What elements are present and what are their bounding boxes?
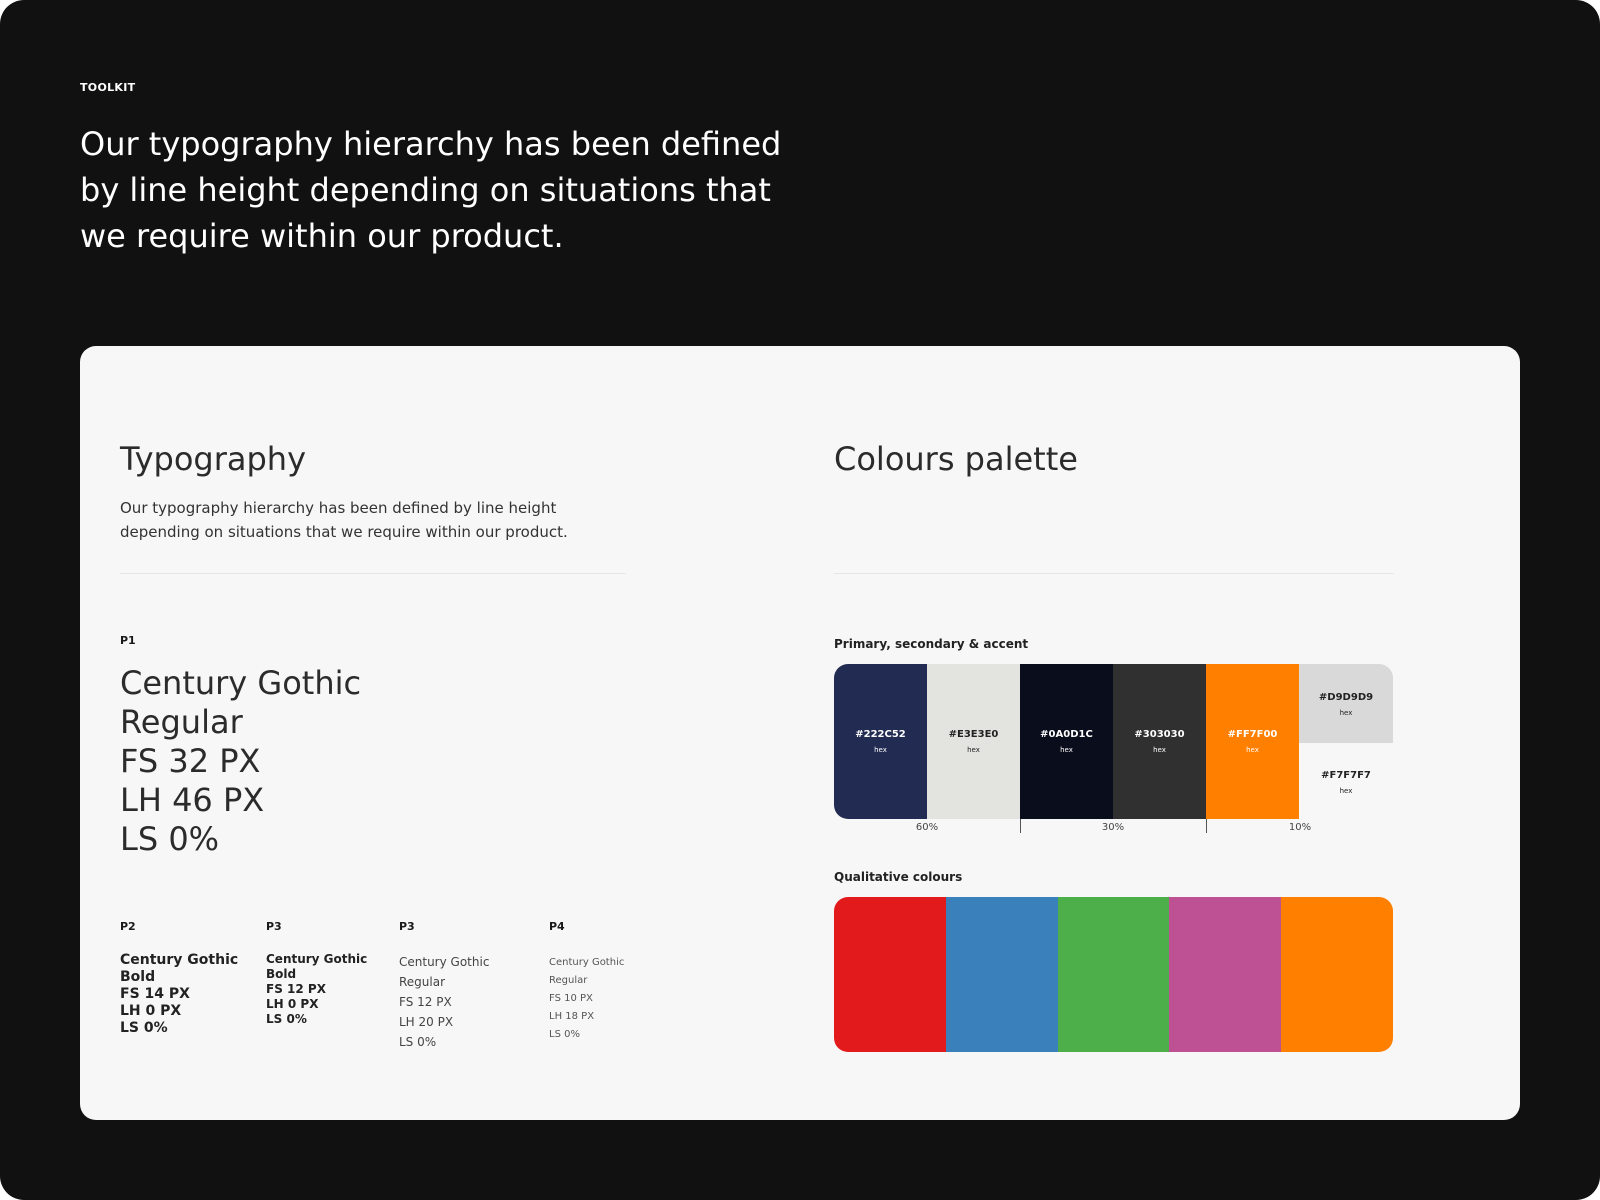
- colour-swatch: #303030 hex: [1113, 664, 1206, 819]
- ratio-divider: [1206, 819, 1207, 833]
- eyebrow-label: TOOLKIT: [80, 81, 136, 94]
- typography-title: Typography: [120, 440, 306, 478]
- split-swatch: #D9D9D9 hex #F7F7F7 hex: [1299, 664, 1393, 819]
- hex-label: hex: [967, 745, 980, 754]
- typography-divider: [120, 573, 626, 574]
- p3-bold-line: FS 12 PX: [266, 982, 326, 996]
- qualitative-palette: [834, 897, 1393, 1052]
- p3-bold-sample: Century Gothic Bold FS 12 PX LH 0 PX LS …: [266, 952, 367, 1027]
- ratio-accent: 10%: [1288, 822, 1312, 833]
- hex-label: hex: [1246, 745, 1259, 754]
- p1-line: FS 32 PX: [120, 742, 261, 780]
- colour-swatch: #FF7F00 hex: [1206, 664, 1299, 819]
- p4-line: LH 18 PX: [549, 1011, 595, 1022]
- toolkit-card: Typography Our typography hierarchy has …: [80, 346, 1520, 1120]
- hex-label: hex: [1339, 787, 1353, 795]
- p1-sample: Century Gothic Regular FS 32 PX LH 46 PX…: [120, 664, 361, 859]
- p2-label: P2: [120, 920, 136, 933]
- p4-sample: Century Gothic Regular FS 10 PX LH 18 PX…: [549, 954, 624, 1044]
- qualitative-swatch: [1057, 897, 1170, 1052]
- p3-regular-line: Century Gothic: [399, 955, 490, 969]
- qualitative-swatch: [945, 897, 1058, 1052]
- primary-palette: #222C52 hex #E3E3E0 hex #0A0D1C hex #303…: [834, 664, 1393, 819]
- p3-regular-line: FS 12 PX: [399, 995, 452, 1009]
- p2-line: Bold: [120, 969, 156, 985]
- qualitative-swatch: [834, 897, 946, 1052]
- p3-regular-sample: Century Gothic Regular FS 12 PX LH 20 PX…: [399, 952, 489, 1052]
- p2-line: LS 0%: [120, 1020, 168, 1036]
- colour-swatch: #E3E3E0 hex: [927, 664, 1020, 819]
- hex-label: hex: [1153, 745, 1166, 754]
- p1-line: LH 46 PX: [120, 781, 265, 819]
- p1-line: LS 0%: [120, 820, 220, 858]
- hex-code: #F7F7F7: [1321, 770, 1371, 781]
- p3-bold-line: LH 0 PX: [266, 997, 319, 1011]
- hex-code: #0A0D1C: [1040, 728, 1093, 740]
- hex-code: #303030: [1134, 728, 1185, 740]
- p2-line: Century Gothic: [120, 952, 239, 968]
- qualitative-swatch: [1169, 897, 1282, 1052]
- hex-label: hex: [874, 745, 887, 754]
- p3-regular-line: Regular: [399, 975, 446, 989]
- p4-line: FS 10 PX: [549, 993, 593, 1004]
- qualitative-heading: Qualitative colours: [834, 870, 963, 884]
- p4-line: Century Gothic: [549, 957, 625, 968]
- colour-swatch: #F7F7F7 hex: [1299, 743, 1393, 819]
- ratio-primary: 60%: [915, 822, 939, 833]
- p3-regular-label: P3: [399, 920, 415, 933]
- p1-line: Century Gothic: [120, 664, 362, 702]
- p2-sample: Century Gothic Bold FS 14 PX LH 0 PX LS …: [120, 952, 238, 1037]
- toolkit-page: TOOLKIT Our typography hierarchy has bee…: [0, 0, 1600, 1200]
- p3-bold-line: LS 0%: [266, 1012, 307, 1026]
- colour-swatch: #0A0D1C hex: [1020, 664, 1113, 819]
- p3-regular-line: LH 20 PX: [399, 1015, 454, 1029]
- p4-line: Regular: [549, 975, 588, 986]
- hex-code: #222C52: [855, 728, 906, 740]
- typography-description: Our typography hierarchy has been define…: [120, 499, 568, 541]
- p2-line: LH 0 PX: [120, 1003, 182, 1019]
- p2-line: FS 14 PX: [120, 986, 190, 1002]
- p4-label: P4: [549, 920, 565, 933]
- colour-swatch: #D9D9D9 hex: [1299, 664, 1393, 743]
- p1-line: Regular: [120, 703, 243, 741]
- qualitative-swatch: [1281, 897, 1393, 1052]
- hex-code: #FF7F00: [1227, 728, 1278, 740]
- colour-swatch: #222C52 hex: [834, 664, 927, 819]
- colours-title: Colours palette: [834, 440, 1078, 478]
- hex-code: #D9D9D9: [1318, 691, 1374, 703]
- p3-bold-line: Century Gothic: [266, 952, 368, 966]
- p3-regular-line: LS 0%: [399, 1035, 437, 1049]
- primary-palette-heading: Primary, secondary & accent: [834, 637, 1029, 651]
- page-headline: Our typography hierarchy has been define…: [80, 125, 782, 255]
- hex-code: #E3E3E0: [948, 728, 999, 740]
- hex-label: hex: [1060, 745, 1073, 754]
- p4-line: LS 0%: [549, 1029, 580, 1040]
- colours-divider: [834, 573, 1394, 574]
- p3-bold-line: Bold: [266, 967, 297, 981]
- p3-bold-label: P3: [266, 920, 282, 933]
- ratio-secondary: 30%: [1101, 822, 1125, 833]
- hex-label: hex: [1339, 708, 1353, 717]
- ratio-divider: [1020, 819, 1021, 833]
- p1-label: P1: [120, 634, 136, 647]
